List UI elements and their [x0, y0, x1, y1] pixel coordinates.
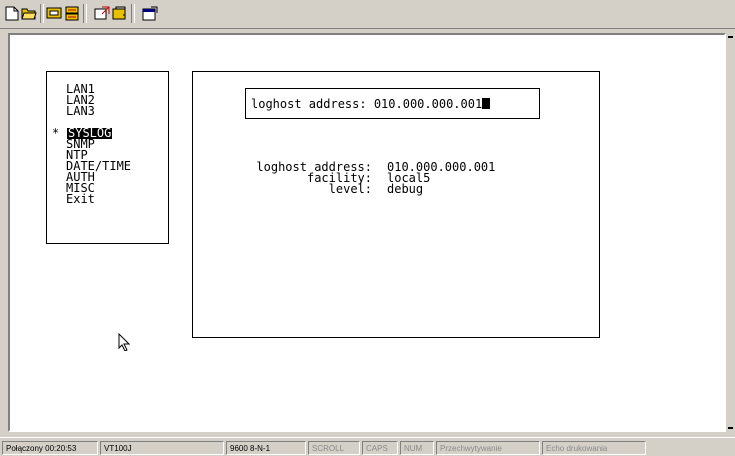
- send-icon[interactable]: [93, 4, 111, 22]
- vertical-scrollbar[interactable]: [726, 33, 735, 432]
- loghost-input-value[interactable]: 010.000.000.001: [374, 97, 482, 111]
- status-capture: Przechwytywanie: [436, 441, 540, 455]
- toolbar-separator: [40, 4, 44, 23]
- status-connected: Połączony 00:20:53: [2, 441, 98, 455]
- disconnect-icon[interactable]: [63, 4, 81, 22]
- status-num: NUM: [400, 441, 434, 455]
- menu-item-lan3[interactable]: LAN3: [66, 105, 95, 117]
- new-icon[interactable]: [3, 4, 21, 22]
- toolbar-separator: [83, 4, 87, 23]
- status-print-echo: Echo drukowania: [542, 441, 646, 455]
- level-label: level:: [328, 182, 372, 196]
- status-bar: Połączony 00:20:53 VT100J 9600 8-N-1 SCR…: [0, 437, 735, 456]
- status-emulation: VT100J: [100, 441, 224, 455]
- open-icon[interactable]: [20, 4, 38, 22]
- selected-marker: *: [52, 126, 60, 140]
- toolbar: [0, 0, 735, 29]
- menu-item-exit[interactable]: Exit: [66, 193, 95, 205]
- toolbar-separator: [131, 4, 135, 23]
- receive-icon[interactable]: [111, 4, 129, 22]
- status-port-settings: 9600 8-N-1: [226, 441, 306, 455]
- loghost-input[interactable]: loghost address: 010.000.000.001: [251, 97, 491, 111]
- status-caps: CAPS: [362, 441, 398, 455]
- status-scroll: SCROLL: [308, 441, 360, 455]
- connect-icon[interactable]: [45, 4, 63, 22]
- mouse-pointer-icon: [118, 332, 131, 356]
- properties-icon[interactable]: [141, 4, 159, 22]
- text-cursor: [482, 98, 491, 109]
- menu-box: [46, 71, 169, 244]
- level-value: debug: [387, 182, 424, 196]
- loghost-input-label: loghost address:: [251, 97, 367, 111]
